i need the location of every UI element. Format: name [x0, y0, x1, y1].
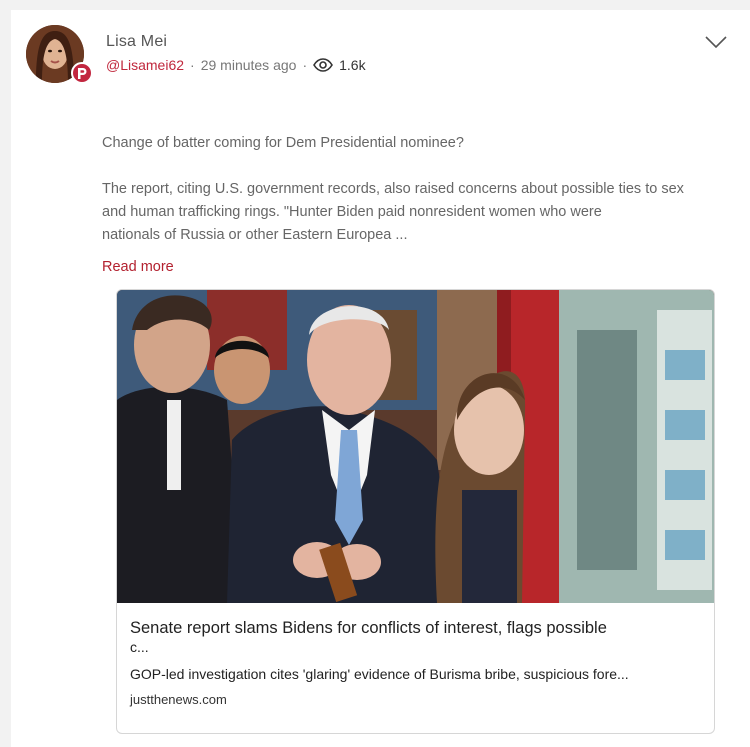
post-body: Change of batter coming for Dem Presiden… — [102, 132, 732, 247]
author-name[interactable]: Lisa Mei — [106, 33, 167, 51]
chevron-down-icon[interactable] — [704, 33, 728, 51]
eye-icon — [313, 58, 334, 72]
post-text-line: and human trafficking rings. "Hunter Bid… — [102, 204, 602, 220]
post-timestamp: 29 minutes ago — [200, 57, 297, 73]
post-text-line: Change of batter coming for Dem Presiden… — [102, 135, 464, 151]
view-count: 1.6k — [339, 57, 366, 73]
post-meta: @Lisamei62 · 29 minutes ago · 1.6k — [106, 56, 366, 74]
link-preview-title-continued[interactable]: c... — [130, 639, 149, 655]
link-preview-title[interactable]: Senate report slams Bidens for conflicts… — [130, 618, 702, 638]
read-more-link[interactable]: Read more — [102, 259, 174, 275]
link-preview-domain: justthenews.com — [130, 692, 227, 707]
parler-badge-icon — [71, 62, 93, 84]
link-preview-card[interactable]: Senate report slams Bidens for conflicts… — [116, 289, 715, 734]
link-preview-image[interactable] — [117, 290, 714, 603]
author-handle[interactable]: @Lisamei62 — [106, 57, 184, 73]
link-preview-description: GOP-led investigation cites 'glaring' ev… — [130, 666, 629, 682]
meta-separator: · — [190, 57, 195, 73]
post-text-line: The report, citing U.S. government recor… — [102, 181, 684, 197]
post-text-line: nationals of Russia or other Eastern Eur… — [102, 227, 408, 243]
meta-separator: · — [302, 57, 308, 73]
